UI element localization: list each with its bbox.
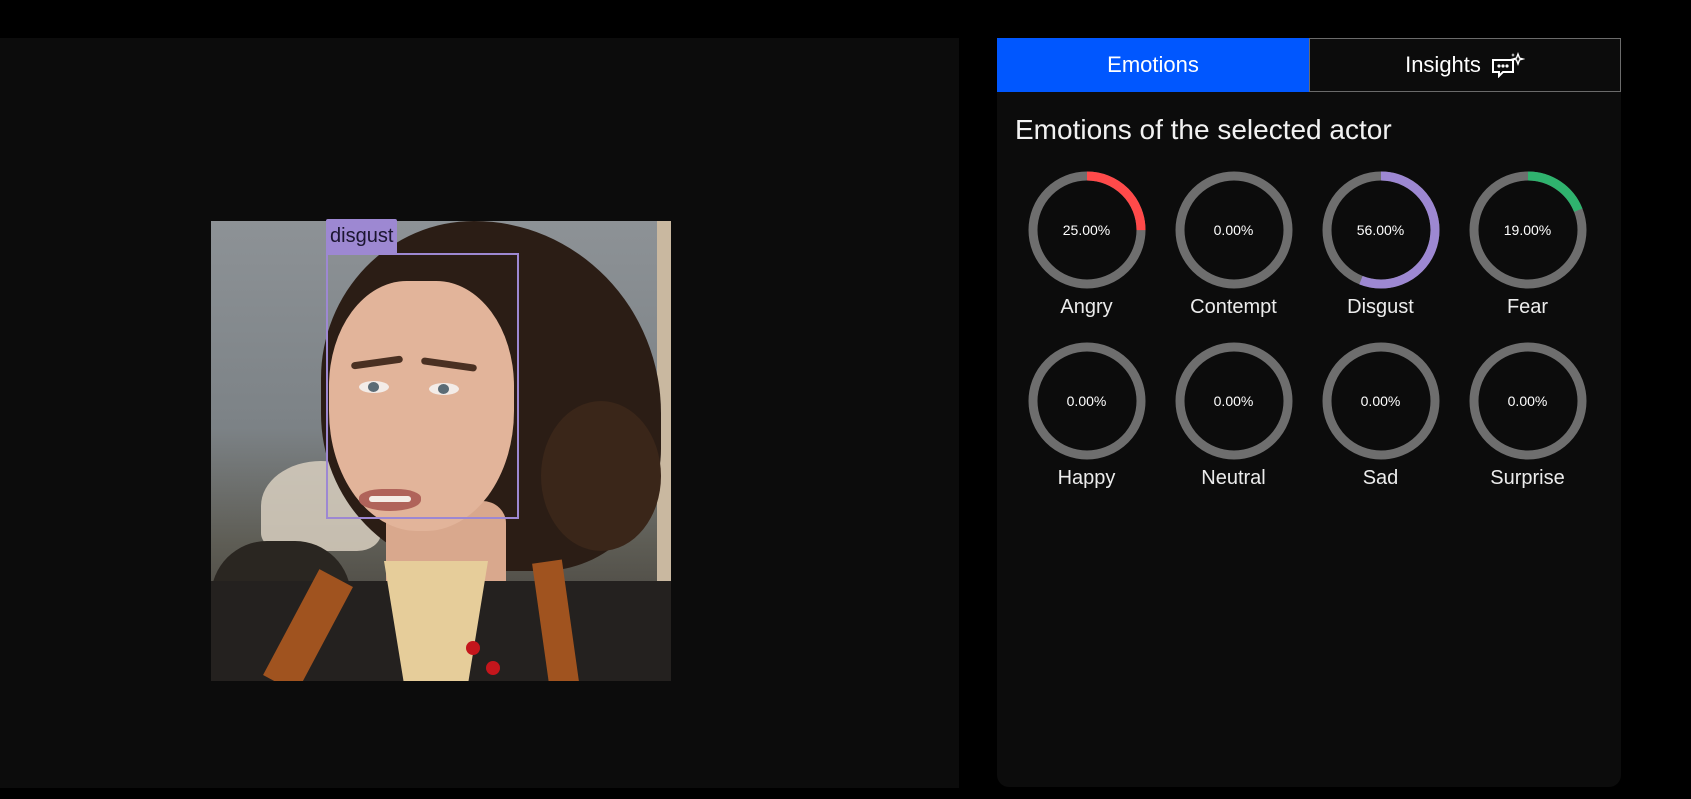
- emotion-value: 25.00%: [1062, 222, 1111, 238]
- emotion-value: 0.00%: [1507, 393, 1548, 409]
- emotion-card: 0.00% Surprise: [1454, 341, 1601, 490]
- emotion-card: 0.00% Sad: [1307, 341, 1454, 490]
- emotion-ring: 25.00%: [1027, 170, 1147, 290]
- emotion-card: 0.00% Neutral: [1160, 341, 1307, 490]
- emotion-card: 56.00% Disgust: [1307, 170, 1454, 319]
- emotions-panel: Emotions Insights Emotions of the select…: [997, 38, 1621, 787]
- emotion-value: 56.00%: [1356, 222, 1405, 238]
- emotion-label: Angry: [1060, 296, 1113, 318]
- emotion-ring: 0.00%: [1174, 341, 1294, 461]
- emotion-value: 0.00%: [1066, 393, 1107, 409]
- emotion-value: 19.00%: [1503, 222, 1552, 238]
- emotion-label: Contempt: [1190, 296, 1277, 318]
- detection-label: disgust: [326, 219, 398, 253]
- emotion-ring: 0.00%: [1174, 170, 1294, 290]
- emotion-card: 25.00% Angry: [1013, 170, 1160, 319]
- tab-bar: Emotions Insights: [997, 38, 1621, 92]
- emotion-value: 0.00%: [1213, 393, 1254, 409]
- face-bounding-box[interactable]: [326, 253, 519, 519]
- emotion-label: Fear: [1506, 296, 1549, 318]
- emotion-value: 0.00%: [1360, 393, 1401, 409]
- emotion-value: 0.00%: [1213, 222, 1254, 238]
- emotion-label: Surprise: [1490, 467, 1565, 489]
- emotion-ring: 19.00%: [1468, 170, 1588, 290]
- emotion-ring: 0.00%: [1027, 341, 1147, 461]
- emotion-card: 0.00% Contempt: [1160, 170, 1307, 319]
- emotion-label: Happy: [1057, 467, 1116, 489]
- emotion-label: Neutral: [1201, 467, 1266, 489]
- emotion-label: Sad: [1362, 467, 1399, 489]
- tab-emotions-label: Emotions: [1107, 52, 1199, 77]
- tab-emotions[interactable]: Emotions: [997, 38, 1309, 92]
- emotion-card: 19.00% Fear: [1454, 170, 1601, 319]
- tab-insights-label: Insights: [1405, 52, 1481, 77]
- panel-title: Emotions of the selected actor: [1015, 114, 1392, 145]
- emotion-grid: 25.00% Angry 0.00% Contempt 56.00% Disgu…: [1013, 170, 1605, 490]
- tab-insights[interactable]: Insights: [1309, 38, 1621, 92]
- emotion-card: 0.00% Happy: [1013, 341, 1160, 490]
- emotion-ring: 0.00%: [1321, 341, 1441, 461]
- sparkle-chat-icon: [1491, 52, 1526, 79]
- emotion-ring: 56.00%: [1321, 170, 1441, 290]
- emotion-label: Disgust: [1347, 296, 1414, 318]
- emotion-ring: 0.00%: [1468, 341, 1588, 461]
